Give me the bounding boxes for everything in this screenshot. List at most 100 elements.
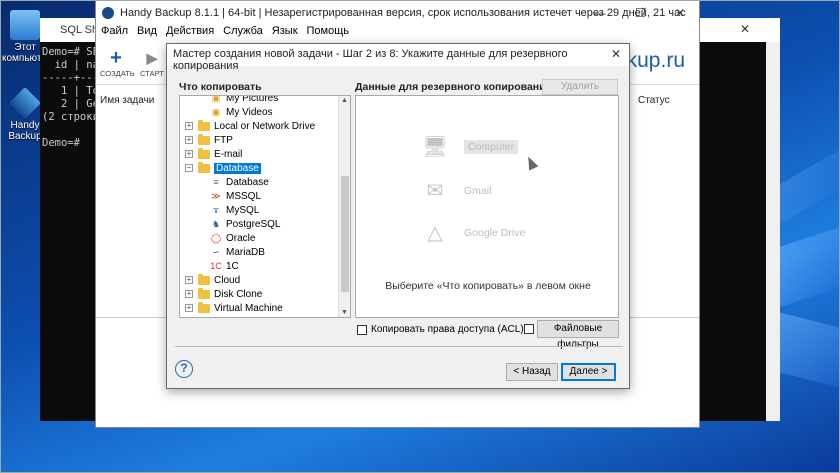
pictures-folder-icon: ▣ xyxy=(211,95,221,103)
checkbox-box[interactable] xyxy=(524,324,534,334)
tree-item[interactable]: ◯ Oracle xyxy=(210,231,256,245)
tree-item[interactable]: − Database xyxy=(185,161,261,175)
folder-icon xyxy=(198,287,210,299)
tree-item-label: FTP xyxy=(214,134,233,146)
expand-icon[interactable]: + xyxy=(185,304,193,312)
videos-folder-icon: ▣ xyxy=(211,106,221,117)
computer-icon xyxy=(10,10,40,40)
file-filters-checkbox[interactable] xyxy=(524,324,538,334)
source-gmail[interactable]: ✉ Gmail xyxy=(420,178,492,204)
back-button[interactable]: < Назад xyxy=(506,363,558,381)
tree-item[interactable]: + Cloud xyxy=(185,273,240,287)
tree-item[interactable]: ∽ MariaDB xyxy=(210,245,265,259)
expand-icon[interactable]: + xyxy=(185,290,193,298)
close-icon[interactable]: ✕ xyxy=(740,22,772,36)
play-icon: ▶ xyxy=(146,50,158,66)
tree-item-label: Database xyxy=(214,162,261,174)
source-tree[interactable]: ▲ ▼ ▣ My Pictures ▣ My Videos + Local or Netw… xyxy=(179,95,351,318)
menu-file[interactable]: Файл xyxy=(101,25,128,41)
next-button[interactable]: Далее > xyxy=(561,363,616,381)
tree-item-label: My Pictures xyxy=(226,95,279,104)
tree-scrollbar-thumb[interactable] xyxy=(341,176,349,292)
tree-item[interactable]: ♞ PostgreSQL xyxy=(210,217,281,231)
expand-icon[interactable]: + xyxy=(185,122,193,130)
tree-item-label: MSSQL xyxy=(226,190,262,202)
folder-icon xyxy=(198,161,210,173)
maximize-icon[interactable]: ☐ xyxy=(635,6,646,20)
tree-item[interactable]: + Local or Network Drive xyxy=(185,119,315,133)
new-task-wizard-dialog[interactable]: Мастер создания новой задачи - Шаг 2 из … xyxy=(166,43,630,389)
scroll-down-icon[interactable]: ▼ xyxy=(341,309,348,316)
handy-backup-icon xyxy=(9,87,41,119)
create-button[interactable]: + СОЗДАТЬ xyxy=(100,47,135,78)
backup-data-pane[interactable]: 🖥 Computer ✉ Gmail △ Google Drive Выбери… xyxy=(355,95,619,318)
tree-item[interactable]: + Disk Clone xyxy=(185,287,262,301)
expand-icon[interactable]: + xyxy=(185,150,193,158)
tree-item[interactable]: ▣ My Pictures xyxy=(210,95,279,105)
1c-icon: 1С xyxy=(210,261,222,271)
close-icon[interactable]: ✕ xyxy=(611,47,621,61)
source-google-drive[interactable]: △ Google Drive xyxy=(420,220,525,246)
mouse-cursor xyxy=(523,154,539,171)
tree-scrollbar[interactable]: ▲ ▼ xyxy=(338,96,350,317)
tree-item-label: Disk Clone xyxy=(214,288,263,300)
expand-icon[interactable]: + xyxy=(185,136,193,144)
tree-item[interactable]: ▣ My Videos xyxy=(210,105,273,119)
dialog-title: Мастер создания новой задачи - Шаг 2 из … xyxy=(173,48,568,72)
tree-item-label: MySQL xyxy=(226,204,260,216)
what-to-copy-label: Что копировать xyxy=(179,81,262,93)
menu-language[interactable]: Язык xyxy=(272,25,298,41)
expand-icon[interactable]: + xyxy=(185,276,193,284)
google-drive-icon: △ xyxy=(427,222,443,244)
menu-view[interactable]: Вид xyxy=(137,25,157,41)
tree-item-label: Cloud xyxy=(214,274,241,286)
checkbox-box[interactable] xyxy=(357,324,367,335)
dialog-separator xyxy=(175,346,623,347)
tree-item[interactable]: + Virtual Machine xyxy=(185,301,283,315)
menu-actions[interactable]: Действия xyxy=(166,25,214,41)
source-label: Google Drive xyxy=(464,227,526,239)
mssql-icon: ≫ xyxy=(211,190,221,201)
tree-item[interactable]: + FTP xyxy=(185,133,233,147)
tree-item[interactable]: ≡ Database xyxy=(210,175,269,189)
tree-item-label: E-mail xyxy=(214,148,243,160)
folder-icon xyxy=(198,133,210,145)
collapse-icon[interactable]: − xyxy=(185,164,193,172)
dialog-titlebar: Мастер создания новой задачи - Шаг 2 из … xyxy=(167,44,629,72)
tree-item-label: Database xyxy=(226,176,269,188)
app-logo-icon xyxy=(102,7,114,19)
close-icon[interactable]: ✕ xyxy=(675,6,685,20)
app-window-controls: — ☐ ✕ xyxy=(567,6,685,20)
tree-item-label: Virtual Machine xyxy=(214,302,283,314)
tree-item-label: 1C xyxy=(226,260,239,272)
tree-item[interactable]: + E-mail xyxy=(185,147,242,161)
acl-checkbox[interactable]: Копировать права доступа (ACL) xyxy=(357,324,524,335)
menu-service[interactable]: Служба xyxy=(223,25,263,41)
terminal-window-controls: ✕ xyxy=(740,22,772,36)
source-computer[interactable]: 🖥 Computer xyxy=(420,134,519,160)
scroll-up-icon[interactable]: ▲ xyxy=(341,97,348,104)
gmail-icon: ✉ xyxy=(426,180,444,202)
tree-item-label: Oracle xyxy=(226,232,256,244)
menu-help[interactable]: Помощь xyxy=(307,25,350,41)
source-label: Gmail xyxy=(464,185,492,197)
help-icon[interactable]: ? xyxy=(175,360,193,378)
file-filters-button[interactable]: Файловые фильтры xyxy=(537,320,619,350)
column-header-status[interactable]: Статус xyxy=(638,95,670,106)
postgresql-icon: ♞ xyxy=(211,218,221,229)
start-button[interactable]: ▶ СТАРТ xyxy=(140,47,164,78)
selection-hint: Выберите «Что копировать» в левом окне xyxy=(385,280,591,292)
tree-item[interactable]: ≫ MSSQL xyxy=(210,189,261,203)
tree-item[interactable]: ɤ MySQL xyxy=(210,203,259,217)
delete-button[interactable]: Удалить xyxy=(542,79,618,95)
tree-item[interactable]: 1С 1C xyxy=(210,259,239,273)
plus-icon: + xyxy=(110,47,122,69)
mariadb-icon: ∽ xyxy=(212,246,220,257)
menu-bar: Файл Вид Действия Служба Язык Помощь xyxy=(96,25,699,41)
terminal-scrollbar[interactable] xyxy=(766,42,780,421)
database-icon: ≡ xyxy=(213,177,219,187)
column-header-task-name[interactable]: Имя задачи xyxy=(100,95,154,106)
mysql-icon: ɤ xyxy=(213,205,219,215)
tree-item-label: PostgreSQL xyxy=(226,218,281,230)
minimize-icon[interactable]: — xyxy=(593,6,605,20)
